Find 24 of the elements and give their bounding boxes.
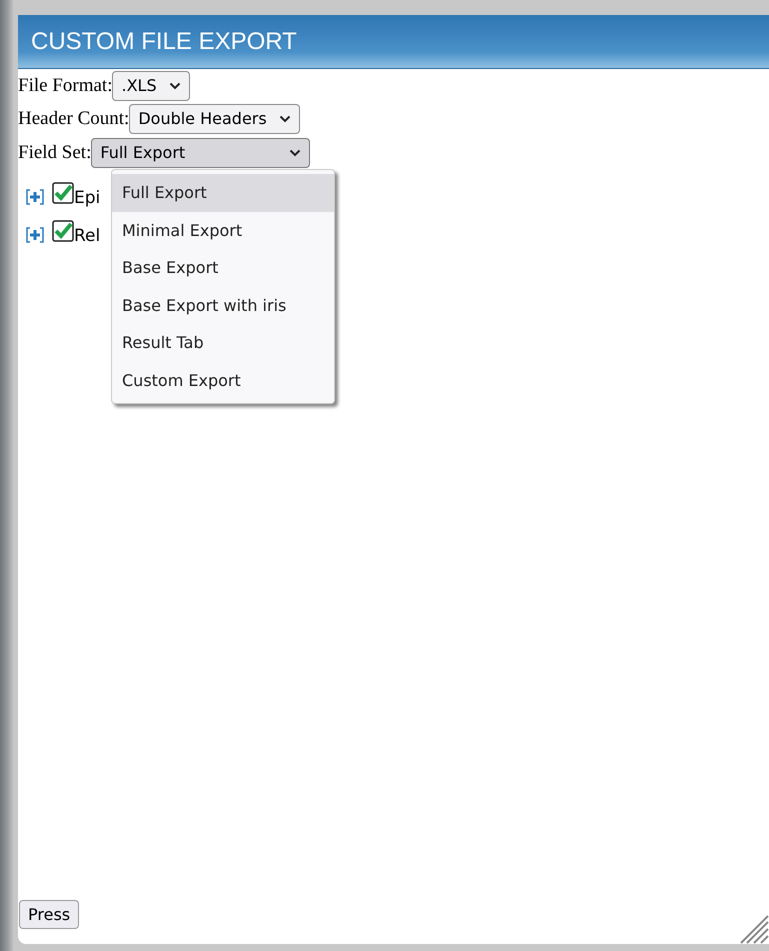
dropdown-option[interactable]: Result Tab bbox=[112, 324, 334, 362]
window-title: CUSTOM FILE EXPORT bbox=[18, 15, 769, 69]
select-field[interactable]: Full Export bbox=[91, 138, 310, 168]
dropdown-option[interactable]: Base Export with iris bbox=[112, 286, 334, 324]
press-button[interactable]: Press bbox=[19, 900, 80, 929]
tree-label[interactable]: Epi bbox=[74, 188, 100, 208]
caret-icon bbox=[278, 114, 291, 122]
dropdown-option[interactable]: Minimal Export bbox=[112, 212, 334, 249]
tree-label[interactable]: Rel bbox=[74, 226, 100, 246]
expand-icon[interactable] bbox=[26, 226, 44, 244]
checkbox[interactable] bbox=[52, 182, 74, 204]
field-label: Header Count: bbox=[18, 108, 130, 130]
field-label: Field Set: bbox=[18, 142, 92, 164]
checkbox[interactable] bbox=[52, 220, 74, 242]
caret-icon bbox=[289, 148, 302, 156]
caret-icon bbox=[168, 82, 181, 90]
resize-grip-icon[interactable] bbox=[739, 914, 769, 944]
select-field[interactable]: Double Headers bbox=[129, 104, 300, 134]
field-label: File Format: bbox=[18, 74, 112, 96]
select-field[interactable]: .XLS bbox=[112, 70, 190, 100]
dropdown-option[interactable]: Custom Export bbox=[112, 362, 334, 399]
dropdown-option[interactable]: Base Export bbox=[112, 249, 334, 286]
expand-icon[interactable] bbox=[26, 188, 44, 206]
dropdown-option[interactable]: Full Export bbox=[112, 174, 334, 212]
